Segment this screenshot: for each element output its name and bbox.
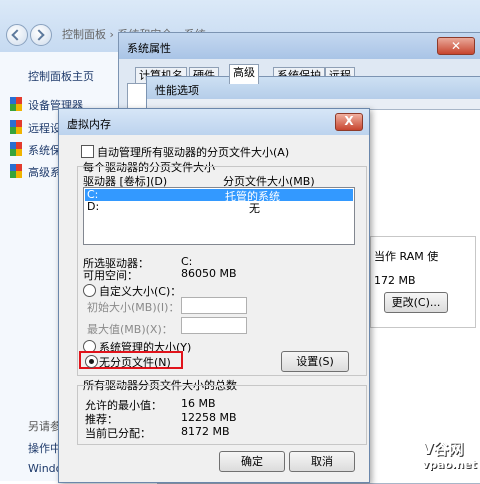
shield-icon <box>10 97 23 111</box>
no-paging-label: 无分页文件(N) <box>99 356 171 369</box>
max-size-label: 最大值(MB)(X)： <box>87 323 173 336</box>
current-allocated-value: 8172 MB <box>181 425 230 438</box>
max-size-input[interactable] <box>181 317 247 334</box>
sidebar-item-advanced[interactable]: 高级系 <box>28 164 61 180</box>
initial-size-label: 初始大小(MB)(I)： <box>87 301 180 314</box>
forward-button[interactable] <box>30 24 52 46</box>
virtual-memory-dialog: 虚拟内存 X 自动管理所有驱动器的分页文件大小(A) 每个驱动器的分页文件大小 … <box>58 108 370 483</box>
sidebar-item-protection[interactable]: 系统保 <box>28 142 61 158</box>
sidebar-item-action-center[interactable]: 操作中 <box>28 440 61 456</box>
window-title: 系统属性 <box>127 42 171 55</box>
custom-size-label: 自定义大小(C)： <box>99 285 182 298</box>
allocated-mb: 172 MB <box>374 274 416 287</box>
set-button[interactable]: 设置(S) <box>281 351 349 372</box>
list-item[interactable]: C: 托管的系统 <box>85 188 353 203</box>
cancel-button[interactable]: 取消 <box>289 451 355 472</box>
window-title: 性能选项 <box>155 84 199 97</box>
ram-text: 当作 RAM 使 <box>374 250 439 263</box>
shield-icon <box>10 142 23 156</box>
dialog-title: 虚拟内存 <box>67 118 111 131</box>
list-item[interactable]: D: 无 <box>85 200 353 215</box>
system-properties-titlebar: 系统属性 ✕ <box>119 33 480 59</box>
ok-button[interactable]: 确定 <box>219 451 285 472</box>
see-also-heading: 另请参 <box>28 420 61 433</box>
virtual-memory-titlebar: 虚拟内存 X <box>59 109 369 135</box>
watermark-brand: V谷网 <box>422 440 464 458</box>
min-allowed-value: 16 MB <box>181 397 216 410</box>
tab-advanced[interactable]: 高级 <box>229 64 259 84</box>
sidebar-item-remote[interactable]: 远程设 <box>28 120 61 136</box>
change-button[interactable]: 更改(C)... <box>384 292 448 313</box>
sidebar-home-link[interactable]: 控制面板主页 <box>28 68 94 84</box>
back-button[interactable] <box>6 24 28 46</box>
no-paging-radio[interactable] <box>85 355 98 368</box>
drive-list[interactable]: C: 托管的系统 D: 无 <box>83 187 355 245</box>
initial-size-input[interactable] <box>181 297 247 314</box>
close-icon[interactable]: X <box>335 113 363 131</box>
watermark-url: vpao.net <box>422 458 477 471</box>
custom-size-radio[interactable] <box>83 284 96 297</box>
close-icon[interactable]: ✕ <box>437 37 475 55</box>
recommended-value: 12258 MB <box>181 411 237 424</box>
free-space-value: 86050 MB <box>181 267 237 280</box>
free-space-label: 可用空间： <box>83 269 138 282</box>
shield-icon <box>10 164 23 178</box>
current-allocated-label: 当前已分配： <box>85 427 151 440</box>
auto-manage-checkbox[interactable] <box>81 145 94 158</box>
auto-manage-label: 自动管理所有驱动器的分页文件大小(A) <box>97 146 290 159</box>
performance-options-titlebar: 性能选项 <box>147 77 480 99</box>
shield-icon <box>10 120 23 134</box>
